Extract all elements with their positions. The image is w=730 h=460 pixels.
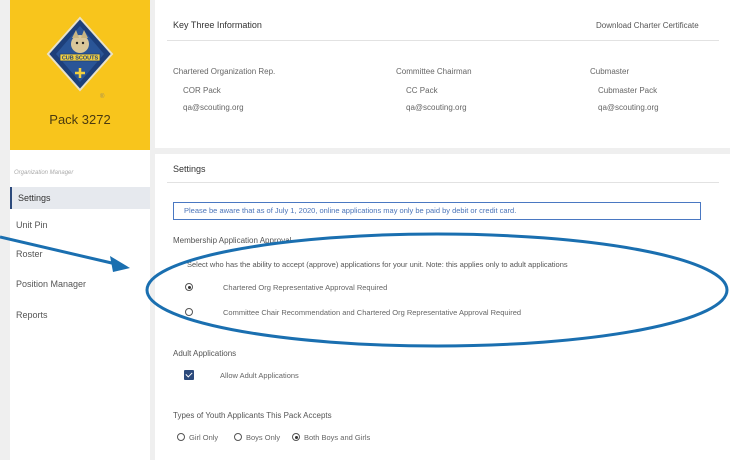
divider bbox=[167, 40, 719, 41]
approval-option-label: Committee Chair Recommendation and Chart… bbox=[223, 308, 522, 317]
sidebar-item-settings[interactable]: Settings bbox=[10, 187, 150, 209]
member-email: qa@scouting.org bbox=[183, 103, 244, 112]
role-label: Committee Chairman bbox=[396, 67, 472, 76]
allow-adult-applications-checkbox[interactable] bbox=[184, 370, 194, 380]
youth-option-label: Both Boys and Girls bbox=[304, 433, 371, 442]
sidebar-item-unit-pin[interactable]: Unit Pin bbox=[10, 214, 150, 236]
allow-adult-applications-label: Allow Adult Applications bbox=[220, 371, 299, 380]
adult-applications-heading: Adult Applications bbox=[173, 349, 237, 358]
approval-option-label: Chartered Org Representative Approval Re… bbox=[223, 283, 388, 292]
emblem-text: CUB SCOUTS bbox=[62, 56, 99, 62]
youth-radio-both[interactable] bbox=[292, 433, 300, 441]
section-label: Organization Manager bbox=[14, 170, 74, 176]
youth-radio-girl-only[interactable] bbox=[177, 433, 185, 441]
youth-radio-boys-only[interactable] bbox=[234, 433, 242, 441]
youth-option-label: Boys Only bbox=[246, 433, 281, 442]
member-name: CC Pack bbox=[406, 86, 438, 95]
member-name: Cubmaster Pack bbox=[598, 86, 658, 95]
divider bbox=[167, 182, 719, 183]
sidebar-item-roster[interactable]: Roster bbox=[10, 243, 150, 265]
sidebar-item-reports[interactable]: Reports bbox=[10, 304, 150, 326]
pack-name: Pack 3272 bbox=[49, 112, 111, 127]
role-label: Chartered Organization Rep. bbox=[173, 67, 276, 76]
settings-title: Settings bbox=[173, 164, 206, 174]
settings-card: Settings Please be aware that as of July… bbox=[155, 154, 730, 460]
pack-logo-panel: CUB SCOUTS ® Pack 3272 bbox=[10, 0, 150, 150]
cub-scouts-emblem-icon: CUB SCOUTS ® bbox=[46, 16, 114, 100]
sidebar-item-position-manager[interactable]: Position Manager bbox=[10, 273, 150, 295]
youth-option-label: Girl Only bbox=[189, 433, 219, 442]
key-three-card: Key Three Information Download Charter C… bbox=[155, 0, 730, 148]
download-charter-link[interactable]: Download Charter Certificate bbox=[596, 21, 699, 30]
membership-approval-heading: Membership Application Approval bbox=[173, 236, 292, 245]
member-email: qa@scouting.org bbox=[406, 103, 467, 112]
svg-text:®: ® bbox=[100, 93, 105, 100]
member-name: COR Pack bbox=[183, 86, 221, 95]
approval-radio-cc-and-cor[interactable] bbox=[185, 308, 193, 316]
sidebar: CUB SCOUTS ® Pack 3272 Organization Mana… bbox=[10, 0, 150, 460]
role-label: Cubmaster bbox=[590, 67, 630, 76]
member-email: qa@scouting.org bbox=[598, 103, 659, 112]
key-three-title: Key Three Information bbox=[173, 20, 262, 30]
approval-radio-cor[interactable] bbox=[185, 283, 193, 291]
membership-approval-description: Select who has the ability to accept (ap… bbox=[187, 260, 568, 269]
payment-notice: Please be aware that as of July 1, 2020,… bbox=[173, 202, 701, 220]
youth-applicants-heading: Types of Youth Applicants This Pack Acce… bbox=[173, 411, 332, 420]
